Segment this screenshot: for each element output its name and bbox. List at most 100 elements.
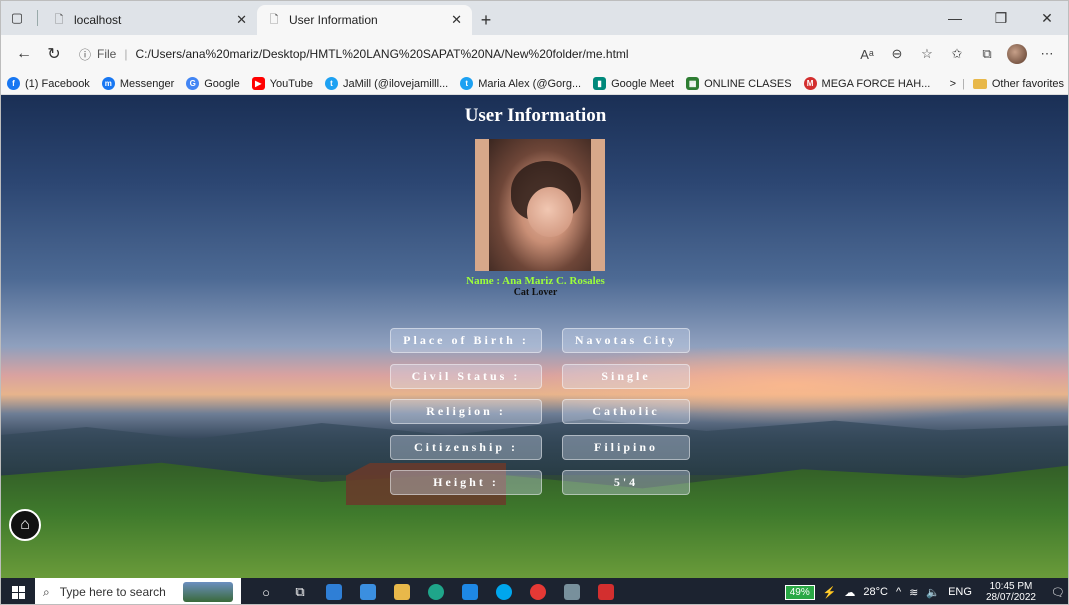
file-explorer-icon[interactable] — [385, 578, 419, 604]
home-icon[interactable]: ⌂ — [9, 509, 41, 541]
browser-window: ▢ 🗋 localhost ✕ 🗋 User Information ✕ + —… — [0, 0, 1069, 605]
zoom-icon[interactable]: ⊖ — [882, 39, 912, 69]
facebook-icon: f — [7, 77, 20, 90]
wps-icon[interactable] — [589, 578, 623, 604]
favorite-twitter-jamill[interactable]: t JaMill (@ilovejamilll... — [324, 77, 449, 90]
favorite-label: ONLINE CLASES — [704, 77, 792, 90]
favorite-google[interactable]: G Google — [186, 77, 240, 90]
mail-icon[interactable] — [317, 578, 351, 604]
chrome-icon[interactable] — [521, 578, 555, 604]
tab-user-information[interactable]: 🗋 User Information ✕ — [257, 5, 472, 35]
page-title: User Information — [464, 105, 607, 126]
favorite-label: Google Meet — [611, 77, 675, 90]
tab-title: localhost — [74, 13, 122, 27]
back-icon[interactable]: ← — [9, 39, 39, 69]
favorite-label: JaMill (@ilovejamilll... — [342, 77, 449, 90]
info-label: Religion : — [390, 399, 542, 424]
mega-icon: M — [803, 77, 817, 90]
folder-icon — [972, 78, 987, 89]
info-icon[interactable]: ⓘ — [79, 46, 91, 63]
google-icon: G — [186, 77, 200, 90]
info-value: Catholic — [562, 399, 690, 424]
favorite-youtube[interactable]: ▶ YouTube — [251, 77, 313, 90]
youtube-icon: ▶ — [251, 77, 265, 90]
favorite-mega-force[interactable]: M MEGA FORCE HAH... — [803, 77, 931, 90]
skype-icon[interactable] — [487, 578, 521, 604]
read-aloud-icon[interactable]: Aᵃ — [852, 39, 882, 69]
restore-icon[interactable]: ❐ — [978, 1, 1024, 35]
more-menu-icon[interactable]: ⋯ — [1032, 39, 1062, 69]
favorite-label: Google — [204, 77, 240, 90]
page-viewport: User Information Name : Ana Mariz C. Ros… — [1, 95, 1068, 578]
file-label: File — [97, 47, 117, 61]
info-value: 5'4 — [562, 470, 690, 495]
windows-start-icon[interactable] — [1, 578, 35, 604]
toolbar-right: Aᵃ ⊖ ☆ ✩ ⧉ ⋯ — [852, 39, 1062, 69]
url-divider: | — [124, 47, 128, 61]
minimize-icon[interactable]: — — [932, 1, 978, 35]
wifi-icon[interactable]: ≋ — [909, 586, 918, 599]
messenger-icon: m — [101, 77, 115, 90]
close-window-icon[interactable]: ✕ — [1024, 1, 1068, 35]
favorite-star-icon[interactable]: ☆ — [912, 39, 942, 69]
info-row-birth: Place of Birth : Navotas City — [390, 328, 690, 353]
google-meet-icon: ▮ — [593, 77, 607, 90]
clock[interactable]: 10:45 PM 28/07/2022 — [982, 581, 1040, 603]
search-icon: ⌕ — [43, 584, 50, 599]
info-value: Filipino — [562, 435, 690, 460]
info-row-citizenship: Citizenship : Filipino — [390, 435, 690, 460]
vscode-icon[interactable] — [453, 578, 487, 604]
url-field[interactable]: ⓘ File | C:/Users/ana%20mariz/Desktop/HM… — [69, 39, 852, 69]
close-icon[interactable]: ✕ — [451, 12, 462, 28]
favorite-label: YouTube — [269, 77, 313, 90]
user-tagline: Cat Lover — [513, 287, 558, 298]
language-indicator[interactable]: ENG — [948, 586, 972, 598]
favorite-online-clases[interactable]: ▦ ONLINE CLASES — [686, 77, 792, 90]
address-bar: ← ↻ ⓘ File | C:/Users/ana%20mariz/Deskto… — [1, 35, 1068, 73]
new-tab-button[interactable]: + — [472, 5, 500, 35]
chevron-up-icon[interactable]: ^ — [896, 586, 901, 598]
profile-avatar-icon[interactable] — [1007, 44, 1027, 64]
twitter-icon: t — [324, 77, 338, 90]
volume-icon[interactable]: 🔈 — [926, 586, 940, 599]
favorite-facebook[interactable]: f (1) Facebook — [7, 77, 90, 90]
close-icon[interactable]: ✕ — [236, 12, 247, 28]
favorites-overflow: > | Other favorites — [950, 78, 1064, 90]
collections-icon[interactable]: ⧉ — [972, 39, 1002, 69]
tab-title: User Information — [289, 13, 378, 27]
taskbar-search[interactable]: ⌕ Type here to search — [35, 578, 241, 604]
favorite-google-meet[interactable]: ▮ Google Meet — [593, 77, 674, 90]
info-value: Single — [562, 364, 690, 389]
weather-icon[interactable]: ☁ — [844, 586, 855, 599]
taskbar-apps: ○ ⧉ — [249, 578, 623, 604]
favorites-list-icon[interactable]: ✩ — [942, 39, 972, 69]
user-name: Name : Ana Mariz C. Rosales — [466, 275, 605, 287]
info-value: Navotas City — [562, 328, 690, 353]
tab-localhost[interactable]: 🗋 localhost ✕ — [42, 5, 257, 35]
notification-icon[interactable]: 🗨 — [1046, 578, 1068, 604]
other-favorites[interactable]: Other favorites — [992, 78, 1064, 90]
favorite-twitter-maria[interactable]: t Maria Alex (@Gorg... — [460, 77, 581, 90]
power-icon[interactable]: ⚡ — [823, 586, 837, 599]
battery-indicator[interactable]: 49% — [784, 584, 815, 600]
system-tray: 49% ⚡ ☁ 28°C ^ ≋ 🔈 ENG 10:45 PM 28/07/20… — [781, 578, 1068, 604]
task-view-icon[interactable]: ⧉ — [283, 578, 317, 604]
app-icon[interactable] — [555, 578, 589, 604]
refresh-icon[interactable]: ↻ — [39, 39, 69, 69]
profile-photo — [475, 139, 605, 271]
search-placeholder: Type here to search — [59, 585, 166, 599]
edge-icon[interactable] — [419, 578, 453, 604]
cortana-icon[interactable]: ○ — [249, 578, 283, 604]
store-icon[interactable] — [351, 578, 385, 604]
tab-actions-icon[interactable]: ▢ — [1, 1, 33, 35]
favorite-messenger[interactable]: m Messenger — [101, 77, 174, 90]
chevron-right-icon[interactable]: > — [950, 78, 956, 90]
photo-face — [527, 187, 573, 237]
info-label: Height : — [390, 470, 542, 495]
weather-temp[interactable]: 28°C — [863, 586, 888, 598]
favorite-label: MEGA FORCE HAH... — [821, 77, 931, 90]
window-controls: — ❐ ✕ — [932, 1, 1068, 35]
info-label: Place of Birth : — [390, 328, 542, 353]
info-label: Citizenship : — [390, 435, 542, 460]
favorites-divider: | — [962, 77, 965, 90]
